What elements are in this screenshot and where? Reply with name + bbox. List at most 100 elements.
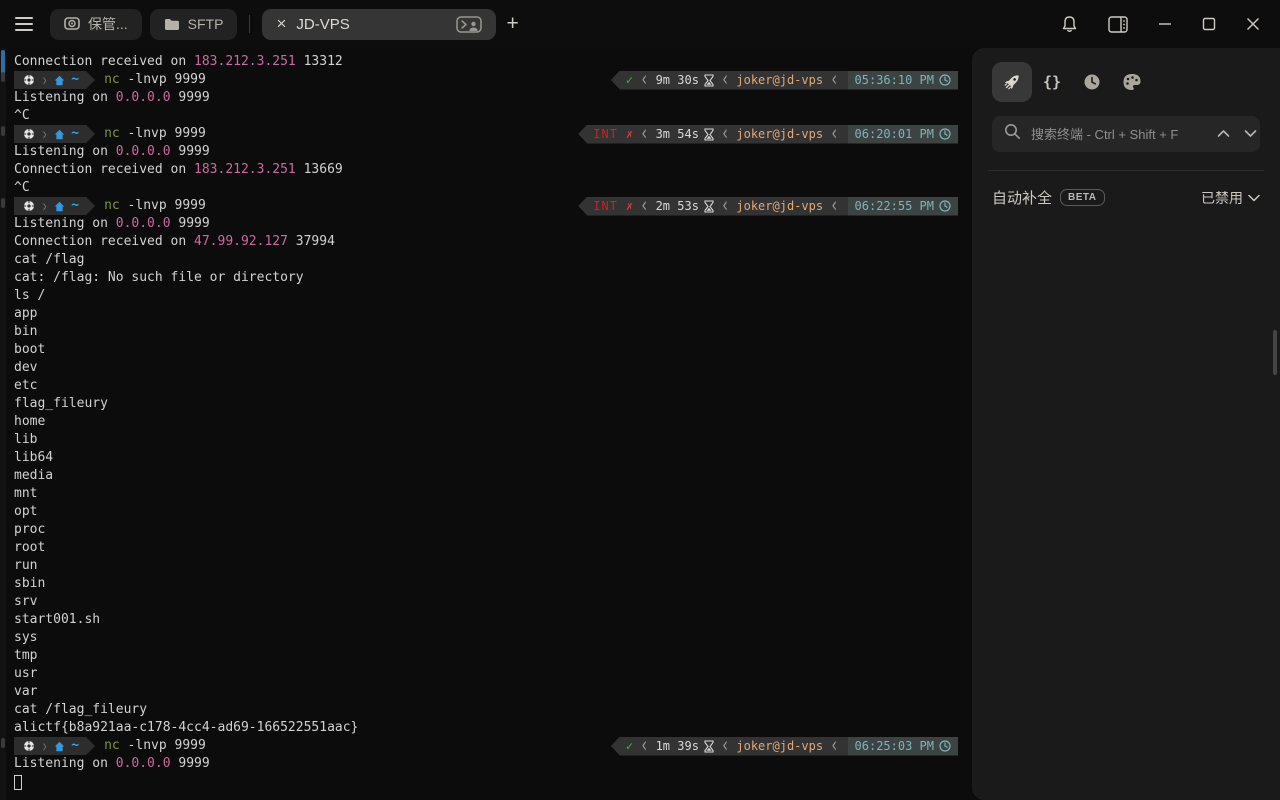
terminal-text: ^C — [14, 179, 30, 197]
terminal-text: Listening on — [14, 215, 116, 233]
command-text: nc — [104, 737, 120, 755]
terminal-line: tmp — [14, 647, 958, 665]
terminal-text: start001.sh — [14, 611, 100, 629]
prompt-decoration: ›~ — [14, 125, 95, 143]
layout-panel-icon[interactable] — [1108, 16, 1128, 33]
tab-sftp[interactable]: SFTP — [150, 9, 238, 40]
hourglass-icon — [704, 74, 714, 87]
palette-icon[interactable] — [1112, 62, 1152, 102]
terminal-text: etc — [14, 377, 37, 395]
terminal-line: Listening on 0.0.0.0 9999 — [14, 143, 958, 161]
rocket-icon[interactable] — [992, 62, 1032, 102]
search-next-chevron-down-icon[interactable] — [1244, 125, 1257, 143]
badge-separator: ‹ — [721, 193, 729, 220]
terminal-text: boot — [14, 341, 45, 359]
terminal-text: root — [14, 539, 45, 557]
terminal-line: home — [14, 413, 958, 431]
failure-cross-icon: ✗ — [626, 197, 633, 215]
menu-icon[interactable] — [12, 9, 42, 39]
tab-vault[interactable]: 保管... — [50, 9, 142, 40]
interrupt-label: INT — [593, 197, 618, 215]
gear-icon — [23, 74, 35, 86]
terminal-text: mnt — [14, 485, 37, 503]
terminal-text: alictf{b8a921aa-c178-4cc4-ad69-166522551… — [14, 719, 358, 737]
maximize-icon[interactable] — [1202, 17, 1216, 31]
terminal-line: usr — [14, 665, 958, 683]
timestamp: 06:22:55 PM — [848, 197, 958, 216]
terminal-content[interactable]: Connection received on 183.212.3.251 133… — [6, 48, 972, 800]
autocomplete-dropdown[interactable]: 已禁用 — [1201, 188, 1260, 208]
terminal-line: sbin — [14, 575, 958, 593]
badge-separator: ‹ — [640, 733, 648, 760]
badge-separator: ‹ — [640, 193, 648, 220]
terminal-line: mnt — [14, 485, 958, 503]
history-clock-icon[interactable] — [1072, 62, 1112, 102]
folder-icon — [164, 18, 180, 31]
terminal-line: Listening on 0.0.0.0 9999 — [14, 755, 958, 773]
command-text: nc — [104, 71, 120, 89]
terminal-line: etc — [14, 377, 958, 395]
badge-separator: ‹ — [721, 67, 729, 94]
scrollbar-thumb[interactable] — [1273, 330, 1277, 375]
badge-separator: ‹ — [721, 121, 729, 148]
terminal-text: sbin — [14, 575, 45, 593]
timestamp: 06:25:03 PM — [848, 737, 958, 756]
terminal-text: srv — [14, 593, 37, 611]
terminal-text: Listening on — [14, 755, 116, 773]
tab-label: SFTP — [188, 16, 224, 32]
terminal-text: bin — [14, 323, 37, 341]
minimize-icon[interactable] — [1158, 17, 1172, 31]
terminal-session-icon — [456, 16, 482, 33]
terminal-line: cat /flag — [14, 251, 958, 269]
vault-icon — [64, 17, 80, 31]
window-controls — [1061, 15, 1260, 33]
terminal-line: boot — [14, 341, 958, 359]
terminal-line: ›~nc -lnvp 9999INT✗‹2m 53s‹joker@jd-vps‹… — [14, 197, 958, 215]
search-prev-chevron-up-icon[interactable] — [1217, 125, 1230, 143]
terminal-line: media — [14, 467, 958, 485]
clock-icon — [939, 200, 951, 212]
terminal-text: 0.0.0.0 — [116, 755, 171, 773]
timestamp: 05:36:10 PM — [848, 71, 958, 90]
terminal-line — [14, 773, 958, 791]
timestamp: 06:20:01 PM — [848, 125, 958, 144]
terminal-search-box[interactable] — [992, 116, 1260, 152]
command-args: -lnvp 9999 — [120, 125, 206, 143]
terminal-line: opt — [14, 503, 958, 521]
terminal-text: Connection received on — [14, 233, 194, 251]
terminal-line: lib — [14, 431, 958, 449]
badge-separator: ‹ — [721, 733, 729, 760]
terminal-text: proc — [14, 521, 45, 539]
terminal-text: 9999 — [171, 89, 210, 107]
close-tab-icon[interactable]: × — [276, 14, 286, 34]
terminal-line: cat: /flag: No such file or directory — [14, 269, 958, 287]
badge-separator: ‹ — [830, 67, 838, 94]
current-dir: ~ — [71, 125, 79, 143]
terminal-line: ls / — [14, 287, 958, 305]
badge-separator: ‹ — [640, 121, 648, 148]
terminal-pane[interactable]: Connection received on 183.212.3.251 133… — [0, 48, 972, 800]
terminal-text: 9999 — [171, 755, 210, 773]
sidebar-divider — [988, 170, 1264, 171]
command-args: -lnvp 9999 — [120, 71, 206, 89]
terminal-text: Connection received on — [14, 53, 194, 71]
tab-jd-vps[interactable]: × JD-VPS — [262, 9, 496, 40]
hourglass-icon — [704, 740, 714, 753]
failure-cross-icon: ✗ — [626, 125, 633, 143]
terminal-text: 47.99.92.127 — [194, 233, 288, 251]
search-input[interactable] — [1031, 127, 1207, 142]
duration-text: 9m 30s — [656, 71, 699, 89]
terminal-text: 183.212.3.251 — [194, 53, 296, 71]
home-icon — [54, 129, 65, 140]
duration-text: 3m 54s — [656, 125, 699, 143]
current-dir: ~ — [71, 737, 79, 755]
terminal-text: run — [14, 557, 37, 575]
bell-icon[interactable] — [1061, 15, 1078, 33]
snippets-braces-icon[interactable]: {} — [1032, 62, 1072, 102]
terminal-line: srv — [14, 593, 958, 611]
terminal-text: 13312 — [296, 53, 343, 71]
new-tab-button[interactable]: + — [506, 12, 518, 36]
hourglass-icon — [704, 200, 714, 213]
close-window-icon[interactable] — [1246, 17, 1260, 31]
terminal-text: tmp — [14, 647, 37, 665]
